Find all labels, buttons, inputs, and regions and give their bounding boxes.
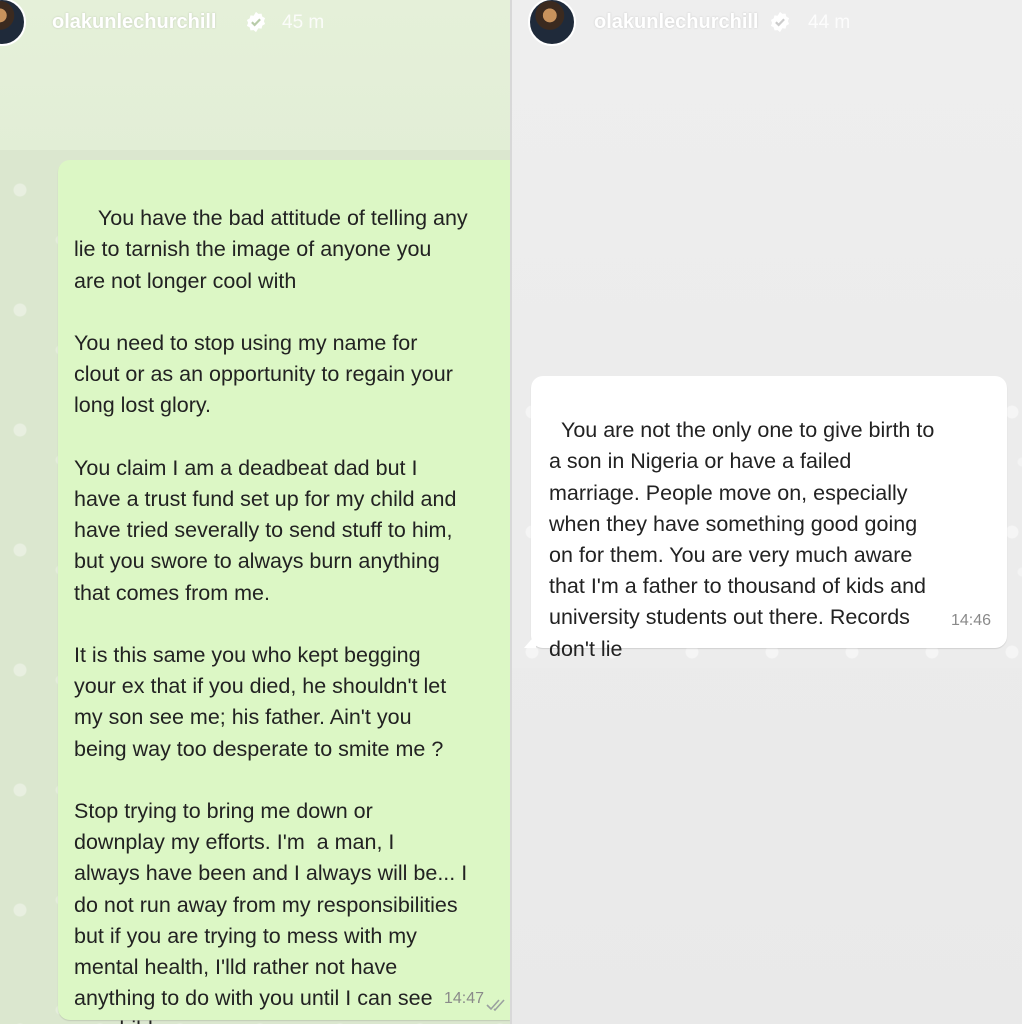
avatar[interactable] xyxy=(528,0,576,46)
left-story-panel: olakunlechurchill 45 m You have the bad … xyxy=(0,0,510,1024)
verified-badge-icon xyxy=(770,11,790,33)
story-header: olakunlechurchill 45 m xyxy=(0,0,510,48)
verified-badge-icon xyxy=(246,11,266,33)
avatar[interactable] xyxy=(0,0,26,46)
username[interactable]: olakunlechurchill xyxy=(594,11,758,34)
message-time: 14:47 xyxy=(443,989,484,1007)
received-message-bubble[interactable]: You are not the only one to give birth t… xyxy=(531,376,1007,661)
bubble-tail xyxy=(524,634,536,648)
message-text: You are not the only one to give birth t… xyxy=(549,418,935,661)
username[interactable]: olakunlechurchill xyxy=(52,11,216,34)
message-time: 14:46 xyxy=(950,611,991,629)
sent-message-bubble[interactable]: You have the bad attitude of telling any… xyxy=(58,160,510,1024)
message-text: You have the bad attitude of telling any… xyxy=(74,206,468,1024)
read-receipt-icon xyxy=(486,999,505,1012)
story-header: olakunlechurchill 44 m xyxy=(512,0,1022,48)
story-time-ago: 44 m xyxy=(808,12,851,33)
story-time-ago: 45 m xyxy=(282,12,325,33)
